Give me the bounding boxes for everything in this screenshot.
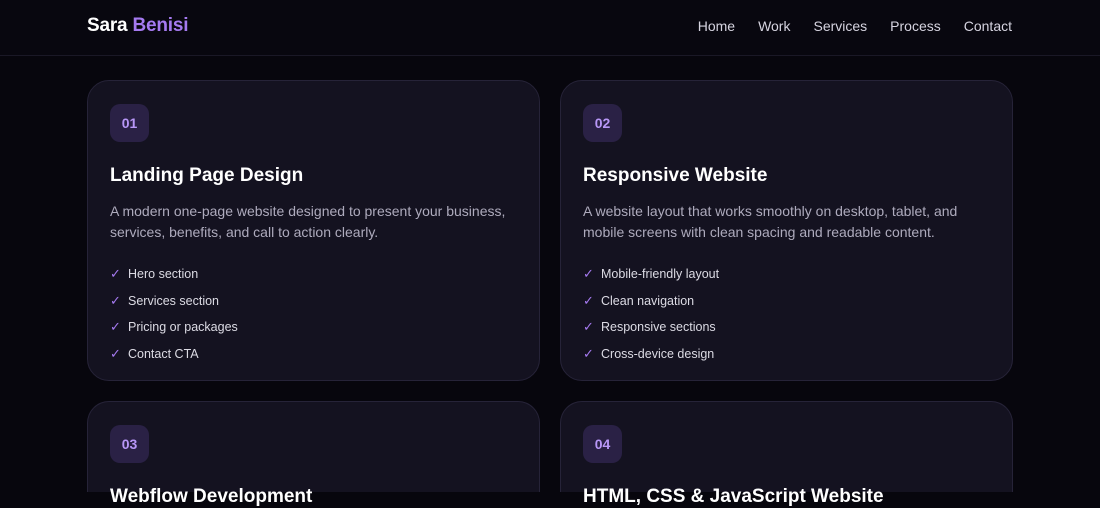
nav-services[interactable]: Services xyxy=(813,18,867,34)
feature-label: Clean navigation xyxy=(601,293,695,308)
card-title: HTML, CSS & JavaScript Website xyxy=(583,486,884,507)
feature-item: ✓ Contact CTA xyxy=(110,341,238,368)
site-header: Sara Benisi Home Work Services Process C… xyxy=(0,0,1100,56)
feature-item: ✓ Mobile-friendly layout xyxy=(583,261,719,288)
feature-item: ✓ Cross-device design xyxy=(583,341,719,368)
nav-home[interactable]: Home xyxy=(698,18,735,34)
main-nav: Home Work Services Process Contact xyxy=(698,18,1012,34)
feature-label: Contact CTA xyxy=(128,346,199,361)
feature-label: Responsive sections xyxy=(601,320,716,335)
check-icon: ✓ xyxy=(583,292,594,308)
check-icon: ✓ xyxy=(110,266,121,282)
feature-label: Cross-device design xyxy=(601,346,715,361)
feature-list: ✓ Hero section ✓ Services section ✓ Pricing… xyxy=(110,261,238,367)
brand-first-name: Sara xyxy=(87,15,128,36)
card-number-badge: 02 xyxy=(583,104,622,142)
feature-label: Services section xyxy=(128,293,220,308)
service-card-responsive-website: 02 Responsive Website A website layout t… xyxy=(560,80,1013,381)
feature-label: Pricing or packages xyxy=(128,320,238,335)
card-description: A modern one-page website designed to pr… xyxy=(110,203,506,240)
feature-item: ✓ Pricing or packages xyxy=(110,314,238,341)
service-card-html-css-js: 04 HTML, CSS & JavaScript Website xyxy=(560,401,1013,507)
feature-item: ✓ Services section xyxy=(110,288,238,315)
nav-contact[interactable]: Contact xyxy=(964,18,1012,34)
check-icon: ✓ xyxy=(110,319,121,335)
check-icon: ✓ xyxy=(583,266,594,282)
feature-item: ✓ Clean navigation xyxy=(583,288,719,315)
brand-last-name: Benisi xyxy=(132,15,189,36)
nav-process[interactable]: Process xyxy=(890,18,941,34)
check-icon: ✓ xyxy=(110,345,121,361)
feature-list: ✓ Mobile-friendly layout ✓ Clean navigatio… xyxy=(583,261,719,367)
check-icon: ✓ xyxy=(583,345,594,361)
feature-item: ✓ Hero section xyxy=(110,261,238,288)
card-number-badge: 03 xyxy=(110,425,149,463)
nav-work[interactable]: Work xyxy=(758,18,790,34)
card-number-badge: 01 xyxy=(110,104,149,142)
feature-label: Mobile-friendly layout xyxy=(601,267,720,282)
card-number-badge: 04 xyxy=(583,425,622,463)
check-icon: ✓ xyxy=(110,292,121,308)
check-icon: ✓ xyxy=(583,319,594,335)
card-title: Landing Page Design xyxy=(110,165,304,186)
card-description: A website layout that works smoothly on … xyxy=(583,203,958,240)
card-title: Webflow Development xyxy=(110,486,313,507)
service-card-landing-page: 01 Landing Page Design A modern one-page… xyxy=(87,80,540,381)
service-card-webflow: 03 Webflow Development xyxy=(87,401,540,507)
brand-logo[interactable]: Sara Benisi xyxy=(87,15,189,37)
card-title: Responsive Website xyxy=(583,165,768,186)
feature-label: Hero section xyxy=(128,267,199,282)
feature-item: ✓ Responsive sections xyxy=(583,314,719,341)
